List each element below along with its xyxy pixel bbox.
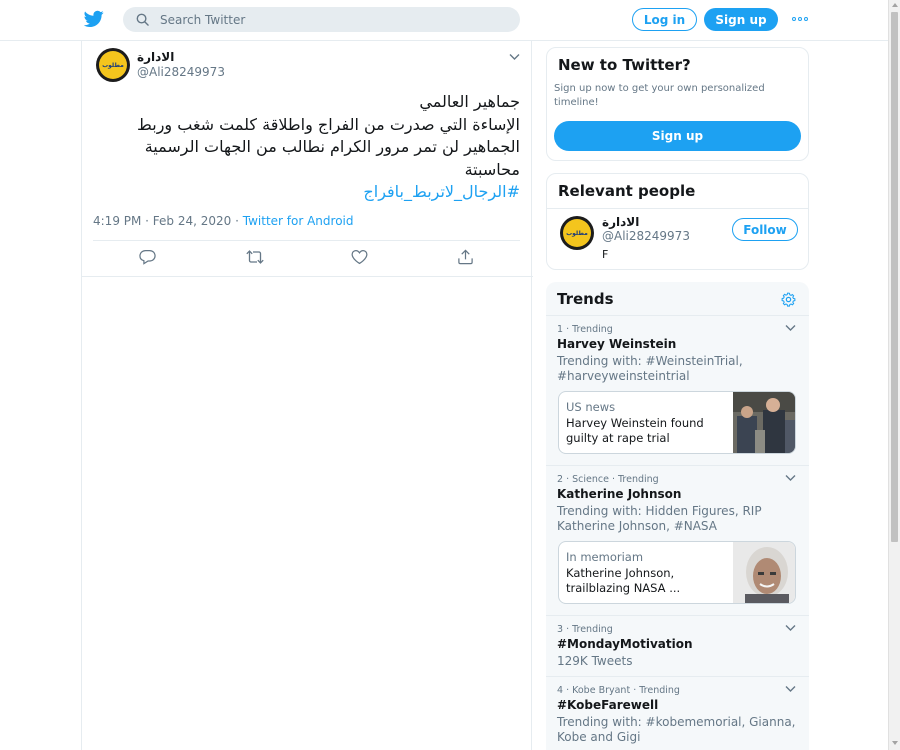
search-bar[interactable] [123,7,520,32]
trend-context: 2 · Science · Trending [557,474,659,485]
tweet-line: الجماهير لن تمر مرور الكرام نطالب من الج… [144,137,520,156]
divider [82,276,533,277]
news-source: In memoriam [566,550,644,564]
gear-icon[interactable] [781,292,796,307]
news-title: Harvey Weinstein found guilty at rape tr… [566,416,704,445]
trend-subtext: 129K Tweets [557,654,633,668]
chevron-down-icon[interactable] [785,624,796,632]
trend-context: 1 · Trending [557,324,613,335]
search-input[interactable] [160,12,480,27]
follow-button[interactable]: Follow [732,218,798,241]
scrollbar-thumb[interactable] [891,12,898,542]
tweet-line: جماهير العالمي [419,92,520,111]
tweet-line: محاسبتة [464,159,520,179]
new-to-twitter-card: New to Twitter? Sign up now to get your … [546,47,809,161]
divider [547,208,808,209]
divider [93,240,520,241]
card-title: New to Twitter? [558,56,691,74]
divider [546,465,809,466]
trend-context: 4 · Kobe Bryant · Trending [557,685,680,696]
trend-name[interactable]: Harvey Weinstein [557,337,676,351]
scroll-down-arrow-icon[interactable] [892,741,898,745]
divider [546,315,809,316]
news-card[interactable]: In memoriam Katherine Johnson, trailblaz… [558,541,796,604]
chevron-down-icon[interactable] [785,324,796,332]
chevron-down-icon[interactable] [785,474,796,482]
tweet-actions [93,249,520,269]
like-heart-icon[interactable] [351,249,368,265]
news-title: Katherine Johnson, trailblazing NASA ... [566,566,681,595]
tweet-timestamp[interactable]: 4:19 PM · Feb 24, 2020 · [93,214,243,228]
relevant-people-card: Relevant people مطلوب الادارة @Ali282499… [546,173,809,270]
avatar[interactable]: مطلوب [560,216,594,250]
reply-icon[interactable] [139,249,156,265]
chevron-down-icon[interactable] [509,53,520,61]
news-source: US news [566,400,616,414]
divider [546,615,809,616]
chevron-down-icon[interactable] [785,685,796,693]
card-title: Relevant people [558,182,696,200]
trend-item[interactable]: 1 · Trending Harvey Weinstein Trending w… [546,324,809,464]
page-scrollbar[interactable] [888,0,900,750]
trend-subtext: Trending with: #kobememorial, Gianna, Ko… [557,715,796,744]
trend-name[interactable]: Katherine Johnson [557,487,681,501]
news-card[interactable]: US news Harvey Weinstein found guilty at… [558,391,796,454]
tweet-source-link[interactable]: Twitter for Android [243,214,354,228]
signup-button[interactable]: Sign up [704,8,778,31]
person-handle[interactable]: @Ali28249973 [602,229,690,243]
twitter-bird-icon[interactable] [84,10,104,28]
trend-subtext: Trending with: Hidden Figures, RIP Kathe… [557,504,762,533]
login-button[interactable]: Log in [632,8,697,31]
author-handle[interactable]: @Ali28249973 [137,65,225,79]
tweet-column: مطلوب الادارة @Ali28249973 جماهير العالم… [81,41,533,750]
scroll-up-arrow-icon[interactable] [892,3,898,7]
trend-subtext: Trending with: #WeinsteinTrial, #harveyw… [557,354,743,383]
top-navigation-bar: Log in Sign up [0,0,888,41]
tweet-line: الإساءة التي صدرت من الفراج واطلاقة كلمت… [137,114,520,134]
hashtag-link[interactable]: #الرجال_لاتربط_بافراج [96,181,520,204]
card-description: Sign up now to get your own personalized… [554,83,765,108]
trend-context: 3 · Trending [557,624,613,635]
share-icon[interactable] [457,249,474,265]
signup-button[interactable]: Sign up [554,121,801,151]
news-thumbnail-image [733,392,795,453]
trend-item[interactable]: 3 · Trending #MondayMotivation 129K Twee… [546,624,809,674]
trend-item[interactable]: 4 · Kobe Bryant · Trending #KobeFarewell… [546,685,809,750]
trends-panel: Trends 1 · Trending Harvey Weinstein Tre… [546,282,809,750]
news-thumbnail-image [733,542,795,603]
retweet-icon[interactable] [246,249,264,265]
person-bio: F [602,248,609,261]
search-icon [136,13,149,26]
trend-name[interactable]: #MondayMotivation [557,637,693,651]
divider [546,676,809,677]
tweet-meta: 4:19 PM · Feb 24, 2020 · Twitter for And… [93,214,354,228]
trends-title: Trends [557,290,614,308]
avatar[interactable]: مطلوب [96,48,130,82]
tweet-text: جماهير العالمي الإساءة التي صدرت من الفر… [96,91,520,204]
person-name[interactable]: الادارة [602,215,639,229]
trend-name[interactable]: #KobeFarewell [557,698,658,712]
trend-item[interactable]: 2 · Science · Trending Katherine Johnson… [546,474,809,614]
avatar-logo: مطلوب [563,219,591,247]
author-name[interactable]: الادارة [137,50,174,64]
more-options-icon[interactable] [792,17,808,21]
avatar-logo: مطلوب [99,51,127,79]
